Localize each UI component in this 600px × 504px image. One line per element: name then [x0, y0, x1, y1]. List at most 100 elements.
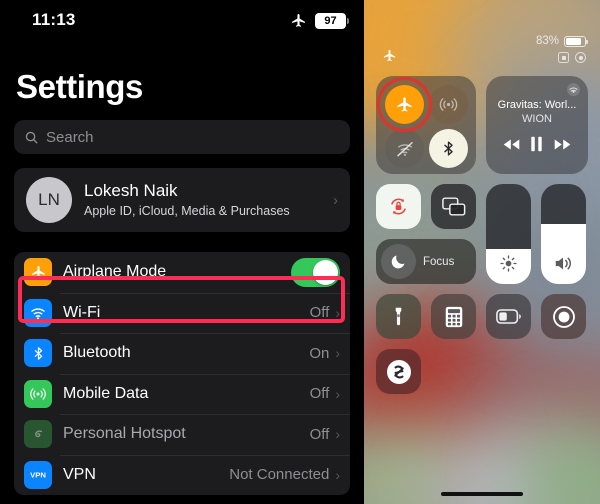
- cc-small-buttons: [376, 184, 476, 229]
- airplane-mode-toggle[interactable]: [385, 85, 424, 124]
- media-title: Gravitas: Worl...: [497, 99, 577, 111]
- moon-icon: [391, 255, 405, 269]
- rotation-lock-icon: [391, 198, 406, 215]
- control-center-panel: 83% Gravitas: Worl... WION Focus: [364, 0, 600, 504]
- vpn-icon: VPN: [24, 460, 52, 489]
- screen-mirroring-button[interactable]: [431, 184, 476, 229]
- hotspot-icon: [24, 420, 52, 449]
- volume-slider[interactable]: [541, 184, 586, 284]
- chevron-right-icon: ›: [335, 385, 340, 402]
- settings-row-label: Wi-Fi: [63, 303, 101, 321]
- record-icon: [552, 305, 575, 328]
- cc-sliders: [486, 184, 586, 284]
- settings-row-value: Off: [309, 304, 330, 322]
- fast-forward-icon[interactable]: [554, 138, 571, 151]
- low-power-mode-button[interactable]: [486, 294, 531, 339]
- rotation-lock-toggle[interactable]: [376, 184, 421, 229]
- settings-row-value: Not Connected: [229, 466, 330, 484]
- cellular-icon: [439, 98, 458, 111]
- bluetooth-toggle[interactable]: [429, 129, 468, 168]
- home-indicator[interactable]: [441, 492, 523, 496]
- status-indicators: 97: [290, 12, 349, 29]
- brightness-slider[interactable]: [486, 184, 531, 284]
- bluetooth-icon: [24, 339, 52, 368]
- settings-row-wifi[interactable]: Wi-Fi Off ›: [14, 292, 350, 334]
- calculator-button[interactable]: [431, 294, 476, 339]
- settings-row-label: Personal Hotspot: [63, 425, 186, 443]
- toggle-knob: [313, 259, 338, 285]
- shazam-icon: [386, 359, 411, 384]
- cc-row-3: [376, 294, 588, 339]
- media-subtitle: WION: [522, 113, 552, 125]
- connectivity-settings-group: Airplane Mode Wi-Fi Off › Bluetooth On › Mobile…: [14, 252, 350, 495]
- search-placeholder: Search: [46, 128, 94, 146]
- settings-row-vpn[interactable]: VPN VPN Not Connected ›: [14, 454, 350, 496]
- settings-row-label: VPN: [63, 465, 96, 483]
- chevron-right-icon: ›: [335, 304, 340, 321]
- volume-glyph: [541, 254, 586, 273]
- search-input[interactable]: Search: [14, 120, 350, 154]
- profile-name: Lokesh Naik: [84, 181, 178, 201]
- airplay-icon[interactable]: [566, 82, 581, 97]
- wifi-toggle[interactable]: [385, 129, 424, 168]
- media-player-tile[interactable]: Gravitas: Worl... WION: [486, 76, 588, 174]
- settings-status-bar: 11:13 97: [0, 0, 364, 40]
- connectivity-toggles: [385, 85, 468, 168]
- profile-text: Lokesh Naik Apple ID, iCloud, Media & Pu…: [84, 180, 321, 219]
- airplane-icon: [397, 97, 412, 112]
- calculator-icon: [445, 306, 462, 327]
- cc-row-2: Focus: [376, 184, 588, 284]
- media-controls: [494, 136, 580, 152]
- connectivity-tile: [376, 76, 476, 174]
- orientation-lock-icon: [558, 52, 569, 63]
- moon-icon-wrap: [381, 244, 416, 279]
- battery-icon: [564, 35, 588, 47]
- settings-row-value: Off: [309, 425, 330, 443]
- cc-row-4: [376, 349, 588, 394]
- brightness-glyph: [486, 254, 531, 273]
- cellular-data-toggle[interactable]: [429, 85, 468, 124]
- settings-row-personal-hotspot[interactable]: Personal Hotspot Off ›: [14, 414, 350, 455]
- airplane-mode-toggle[interactable]: [291, 257, 340, 287]
- flashlight-button[interactable]: [376, 294, 421, 339]
- chevron-right-icon: ›: [333, 191, 338, 209]
- battery-indicator: 83%: [535, 35, 588, 47]
- airplane-icon: [292, 13, 305, 27]
- screen-mirroring-icon: [441, 197, 465, 216]
- avatar: LN: [26, 177, 72, 223]
- battery-percent: 83%: [535, 35, 559, 47]
- rewind-icon[interactable]: [503, 138, 520, 151]
- shazam-button[interactable]: [376, 349, 421, 394]
- apple-id-profile-row[interactable]: LN Lokesh Naik Apple ID, iCloud, Media &…: [14, 168, 350, 232]
- control-center-grid: Gravitas: Worl... WION Focus: [376, 76, 588, 394]
- settings-row-label: Bluetooth: [63, 344, 131, 362]
- settings-row-airplane-mode[interactable]: Airplane Mode: [14, 252, 350, 293]
- wifi-icon: [24, 298, 52, 327]
- focus-button[interactable]: Focus: [376, 239, 476, 284]
- settings-row-bluetooth[interactable]: Bluetooth On ›: [14, 333, 350, 374]
- chevron-right-icon: ›: [335, 345, 340, 362]
- settings-row-value: On: [309, 344, 330, 362]
- status-time: 11:13: [32, 10, 76, 29]
- speaker-icon: [555, 257, 571, 270]
- settings-row-label: Mobile Data: [63, 384, 149, 402]
- brightness-icon: [500, 255, 517, 272]
- profile-subtitle: Apple ID, iCloud, Media & Purchases: [84, 203, 290, 218]
- chevron-right-icon: ›: [335, 426, 340, 443]
- pause-icon[interactable]: [530, 136, 543, 152]
- wifi-off-icon: [396, 141, 413, 156]
- bluetooth-icon: [444, 141, 453, 156]
- cc-row-1: Gravitas: Worl... WION: [376, 76, 588, 174]
- screenshot-root: 11:13 97 Settings Search LN Lokesh Naik: [0, 0, 600, 504]
- status-mini-icons: [558, 52, 586, 63]
- focus-label: Focus: [423, 255, 455, 268]
- page-title: Settings: [16, 68, 143, 105]
- airplane-icon: [383, 49, 396, 62]
- airplane-icon: [24, 258, 52, 287]
- control-center-status-bar: 83%: [364, 0, 600, 70]
- chevron-right-icon: ›: [335, 466, 340, 483]
- settings-row-value: Off: [309, 385, 330, 403]
- location-icon: [575, 52, 586, 63]
- settings-row-mobile-data[interactable]: Mobile Data Off ›: [14, 373, 350, 415]
- screen-record-button[interactable]: [541, 294, 586, 339]
